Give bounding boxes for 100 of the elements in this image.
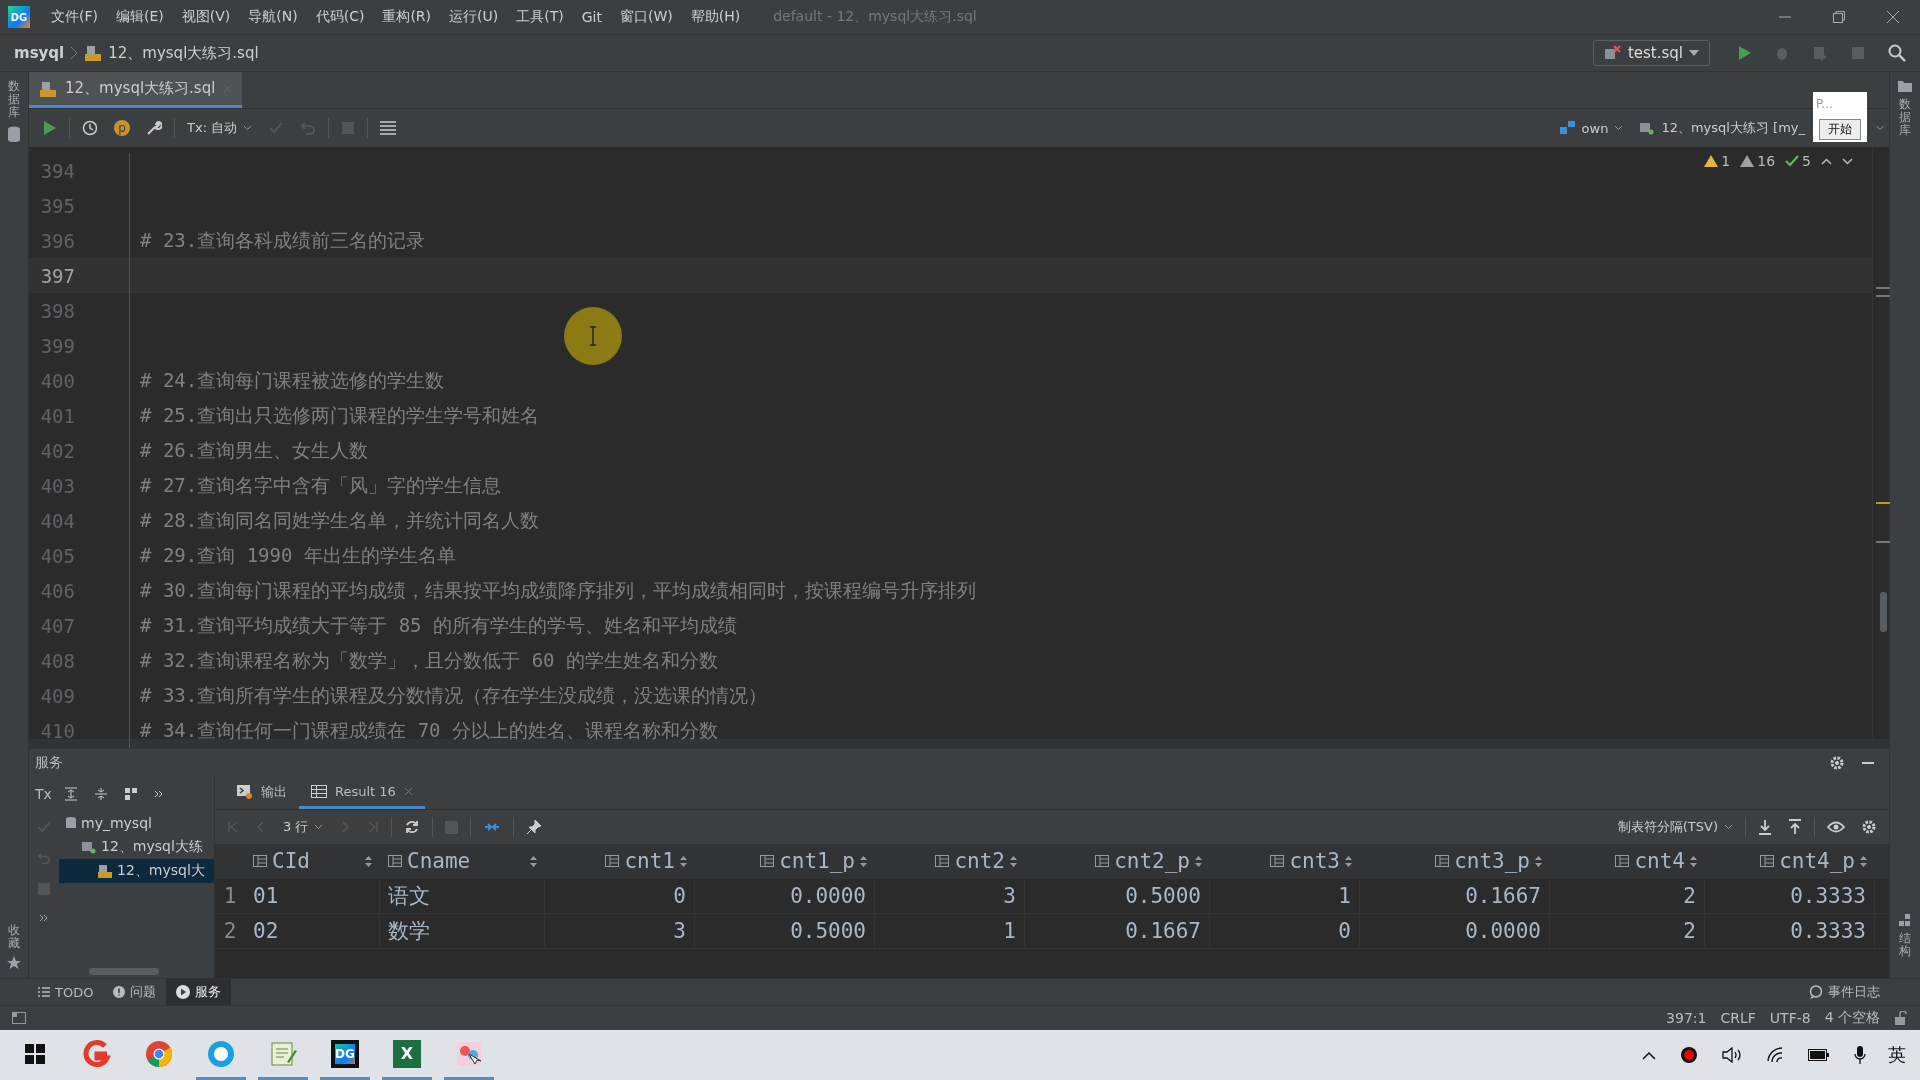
scrollbar-thumb[interactable] [89, 968, 159, 975]
structure-icon[interactable] [1899, 913, 1911, 926]
favorites-tool-tab[interactable]: 收藏 [8, 923, 20, 950]
settings-icon[interactable] [1861, 819, 1877, 835]
restore-icon[interactable] [1832, 10, 1846, 24]
group-icon[interactable] [123, 787, 138, 801]
more-icon[interactable] [39, 913, 49, 923]
tree-item[interactable]: 12、mysql大 [59, 859, 214, 883]
tool-window-tab[interactable]: TODO [28, 979, 104, 1005]
close-icon[interactable] [1886, 10, 1900, 24]
menu-item[interactable]: 代码(C) [306, 8, 374, 26]
status-item[interactable]: CRLF [1720, 1010, 1756, 1026]
refresh-icon[interactable] [404, 819, 421, 835]
column-header[interactable]: cnt3 [1210, 849, 1360, 873]
tree-item[interactable]: my_mysql [59, 811, 214, 835]
structure-tool-tab[interactable]: 结构 [1899, 931, 1911, 958]
column-header[interactable]: cnt2 [875, 849, 1025, 873]
result-tab[interactable]: Result 16 [299, 777, 425, 809]
layout-icon[interactable] [380, 121, 397, 135]
check-icon[interactable] [37, 821, 51, 833]
transaction-button[interactable]: Tx [35, 786, 52, 802]
menu-item[interactable]: Git [572, 9, 611, 25]
profile-badge[interactable]: p [114, 120, 130, 136]
sort-icon[interactable] [1195, 855, 1202, 867]
menu-item[interactable]: 工具(T) [507, 8, 573, 26]
inspection-widget[interactable]: 1 16 5 [1704, 153, 1853, 169]
run-icon[interactable] [1736, 45, 1752, 61]
export-format-dropdown[interactable]: 制表符分隔(TSV) [1609, 818, 1741, 836]
history-icon[interactable] [82, 120, 98, 136]
sort-icon[interactable] [1860, 855, 1867, 867]
menu-item[interactable]: 视图(V) [172, 8, 240, 26]
sort-icon[interactable] [530, 855, 537, 867]
upload-icon[interactable] [1788, 819, 1802, 835]
star-icon[interactable] [7, 956, 21, 970]
status-item[interactable]: UTF-8 [1769, 1010, 1811, 1026]
layout-toggle-icon[interactable] [12, 1012, 26, 1024]
settings-icon[interactable] [1829, 755, 1845, 771]
status-item[interactable]: 4 个空格 [1824, 1009, 1880, 1027]
schema-dropdown[interactable]: own [1551, 120, 1632, 136]
database-tool-tab[interactable]: 数据库 [1899, 98, 1911, 138]
result-tab[interactable]: 输出 [225, 777, 299, 809]
pin-icon[interactable] [526, 819, 543, 835]
column-header[interactable]: Cname [380, 849, 545, 873]
status-item[interactable]: 397:1 [1666, 1010, 1707, 1026]
taskbar-app[interactable]: X [382, 1030, 432, 1080]
column-header[interactable]: cnt1_p [695, 849, 875, 873]
menu-item[interactable]: 窗口(W) [610, 8, 682, 26]
wifi-icon[interactable] [1766, 1047, 1784, 1063]
menu-item[interactable]: 运行(U) [440, 8, 508, 26]
tool-window-tab[interactable]: 问题 [103, 979, 167, 1005]
tree-item[interactable]: 12、mysql大练 [59, 835, 214, 859]
lock-icon[interactable] [1894, 1011, 1908, 1025]
download-icon[interactable] [1758, 819, 1772, 835]
tool-window-tab[interactable]: 服务 [166, 979, 232, 1005]
battery-icon[interactable] [1808, 1049, 1830, 1061]
menu-item[interactable]: 重构(R) [373, 8, 441, 26]
scrollbar-thumb[interactable] [1880, 592, 1887, 632]
run-config-dropdown[interactable]: test.sql [1592, 40, 1710, 66]
sort-icon[interactable] [1690, 855, 1697, 867]
close-icon[interactable] [403, 787, 413, 796]
sort-icon[interactable] [1535, 855, 1542, 867]
search-icon[interactable] [1888, 44, 1906, 62]
event-log-tab[interactable]: 事件日志 [1799, 979, 1890, 1005]
speaker-icon[interactable] [1722, 1047, 1742, 1063]
database-icon[interactable] [7, 125, 21, 142]
microphone-icon[interactable] [1854, 1046, 1866, 1064]
collapse-all-icon[interactable] [93, 787, 108, 801]
session-dropdown[interactable]: 12、mysql大练习 [my_ [1631, 119, 1805, 137]
breadcrumb-item[interactable]: 12、mysql大练习.sql [108, 43, 259, 63]
database-tool-tab[interactable]: 数据库 [8, 80, 20, 120]
more-icon[interactable] [153, 789, 164, 799]
sort-icon[interactable] [680, 855, 687, 867]
sort-icon[interactable] [1345, 855, 1352, 867]
taskbar-app[interactable]: DG [320, 1030, 370, 1080]
editor-tab[interactable]: 12、mysql大练习.sql [29, 72, 243, 108]
column-header[interactable]: cnt4 [1550, 849, 1705, 873]
eye-icon[interactable] [1827, 820, 1845, 834]
sort-icon[interactable] [1010, 855, 1017, 867]
column-header[interactable]: cnt1 [545, 849, 695, 873]
column-header[interactable]: CId [245, 849, 380, 873]
folder-icon[interactable] [1898, 80, 1912, 92]
start-button[interactable]: 开始 [1819, 119, 1861, 140]
column-header[interactable]: cnt3_p [1360, 849, 1550, 873]
sort-icon[interactable] [365, 855, 372, 867]
sort-icon[interactable] [860, 855, 867, 867]
run-icon[interactable] [41, 120, 57, 136]
menu-item[interactable]: 导航(N) [239, 8, 307, 26]
breadcrumb-item[interactable]: msyql [14, 44, 65, 62]
input-method-indicator[interactable]: 英 [1888, 1043, 1906, 1067]
chevron-up-icon[interactable] [1642, 1050, 1656, 1060]
menu-item[interactable]: 帮助(H) [681, 8, 750, 26]
wrench-icon[interactable] [146, 120, 162, 136]
menu-item[interactable]: 编辑(E) [107, 8, 173, 26]
column-header[interactable]: cnt2_p [1025, 849, 1210, 873]
column-header[interactable]: cnt4_p [1705, 849, 1875, 873]
record-icon[interactable] [1680, 1046, 1698, 1064]
row-count-dropdown[interactable]: 3 行 [275, 818, 332, 836]
transaction-dropdown[interactable]: Tx: 自动 [179, 119, 261, 137]
menu-item[interactable]: 文件(F) [42, 8, 107, 26]
expand-all-icon[interactable] [63, 787, 78, 801]
